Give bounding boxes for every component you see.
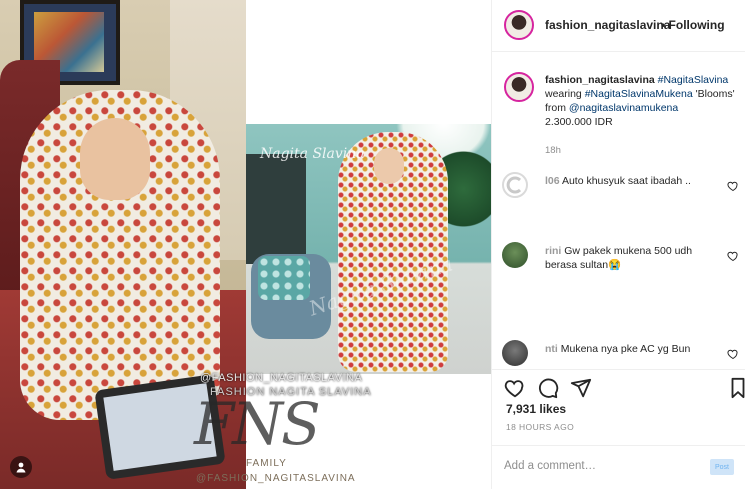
- post-header: fashion_nagitaslavina • Following: [492, 0, 745, 52]
- comment-avatar[interactable]: [502, 340, 528, 366]
- comment-username[interactable]: rini: [545, 245, 561, 257]
- comment-username[interactable]: l06: [545, 175, 560, 187]
- comment-avatar[interactable]: [502, 172, 528, 198]
- price-text: 2.300.000 IDR: [545, 116, 613, 128]
- comment-body: Gw pakek mukena 500 udh berasa sultan😭: [545, 245, 693, 271]
- comment-text: rini Gw pakek mukena 500 udh berasa sult…: [545, 244, 715, 272]
- comment-username[interactable]: nti: [545, 343, 558, 355]
- action-bar: [492, 369, 745, 405]
- avatar[interactable]: [504, 10, 534, 40]
- comment-avatar[interactable]: [502, 242, 528, 268]
- person-face: [80, 118, 150, 200]
- caption-timestamp: 18h: [545, 145, 561, 156]
- comment-text: l06 Auto khusyuk saat ibadah ..: [545, 174, 715, 188]
- caption-username[interactable]: fashion_nagitaslavina: [545, 74, 655, 86]
- family-overlay: FAMILY: [246, 458, 287, 469]
- model-face: [374, 148, 404, 184]
- like-comment-icon[interactable]: [727, 348, 739, 360]
- add-comment-bar: Post: [492, 445, 745, 489]
- post-media[interactable]: Nagita Slavina Nagita Slavina @FASHION_N…: [0, 0, 491, 489]
- comment-text: nti Mukena nya pke AC yg Bun: [545, 342, 715, 356]
- fns-logo: FNS: [194, 390, 321, 458]
- following-status[interactable]: • Following: [661, 18, 725, 32]
- like-comment-icon[interactable]: [727, 180, 739, 192]
- likes-count[interactable]: 7,931 likes: [506, 402, 566, 416]
- photo-right: Nagita Slavina Nagita Slavina: [246, 124, 491, 374]
- hashtag-link[interactable]: #NagitaSlavina: [658, 74, 729, 86]
- post-timestamp: 18 HOURS AGO: [506, 422, 575, 432]
- comment-icon[interactable]: [537, 377, 559, 399]
- like-comment-icon[interactable]: [727, 250, 739, 262]
- post-button[interactable]: Post: [710, 459, 734, 475]
- hashtag-link[interactable]: #NagitaSlavinaMukena: [585, 88, 693, 100]
- post-sidebar: fashion_nagitaslavina • Following fashio…: [491, 0, 745, 489]
- comment-body: Auto khusyuk saat ibadah ..: [561, 175, 691, 187]
- share-icon[interactable]: [570, 377, 592, 399]
- footer-overlay: @FASHION_NAGITASLAVINA: [196, 473, 356, 484]
- handle-overlay: @FASHION_NAGITASLAVINA: [200, 372, 363, 384]
- pillow: [258, 256, 310, 300]
- caption-text: wearing: [545, 88, 582, 100]
- comment-input[interactable]: [504, 456, 694, 476]
- post-button-label: Post: [714, 464, 729, 471]
- heart-icon[interactable]: [504, 377, 526, 399]
- comment-item: nti Mukena nya pke AC yg Bun: [502, 340, 742, 368]
- caption: fashion_nagitaslavina #NagitaSlavina wea…: [545, 73, 741, 129]
- tag-icon[interactable]: [10, 456, 32, 478]
- window: [246, 154, 306, 264]
- bookmark-icon[interactable]: [730, 377, 745, 399]
- comment-body: Mukena nya pke AC yg Bun: [560, 343, 691, 355]
- caption-avatar[interactable]: [504, 72, 534, 102]
- mention-link[interactable]: @nagitaslavinamukena: [569, 102, 678, 114]
- script-watermark: Nagita Slavina: [260, 146, 365, 162]
- header-username[interactable]: fashion_nagitaslavina: [545, 18, 670, 32]
